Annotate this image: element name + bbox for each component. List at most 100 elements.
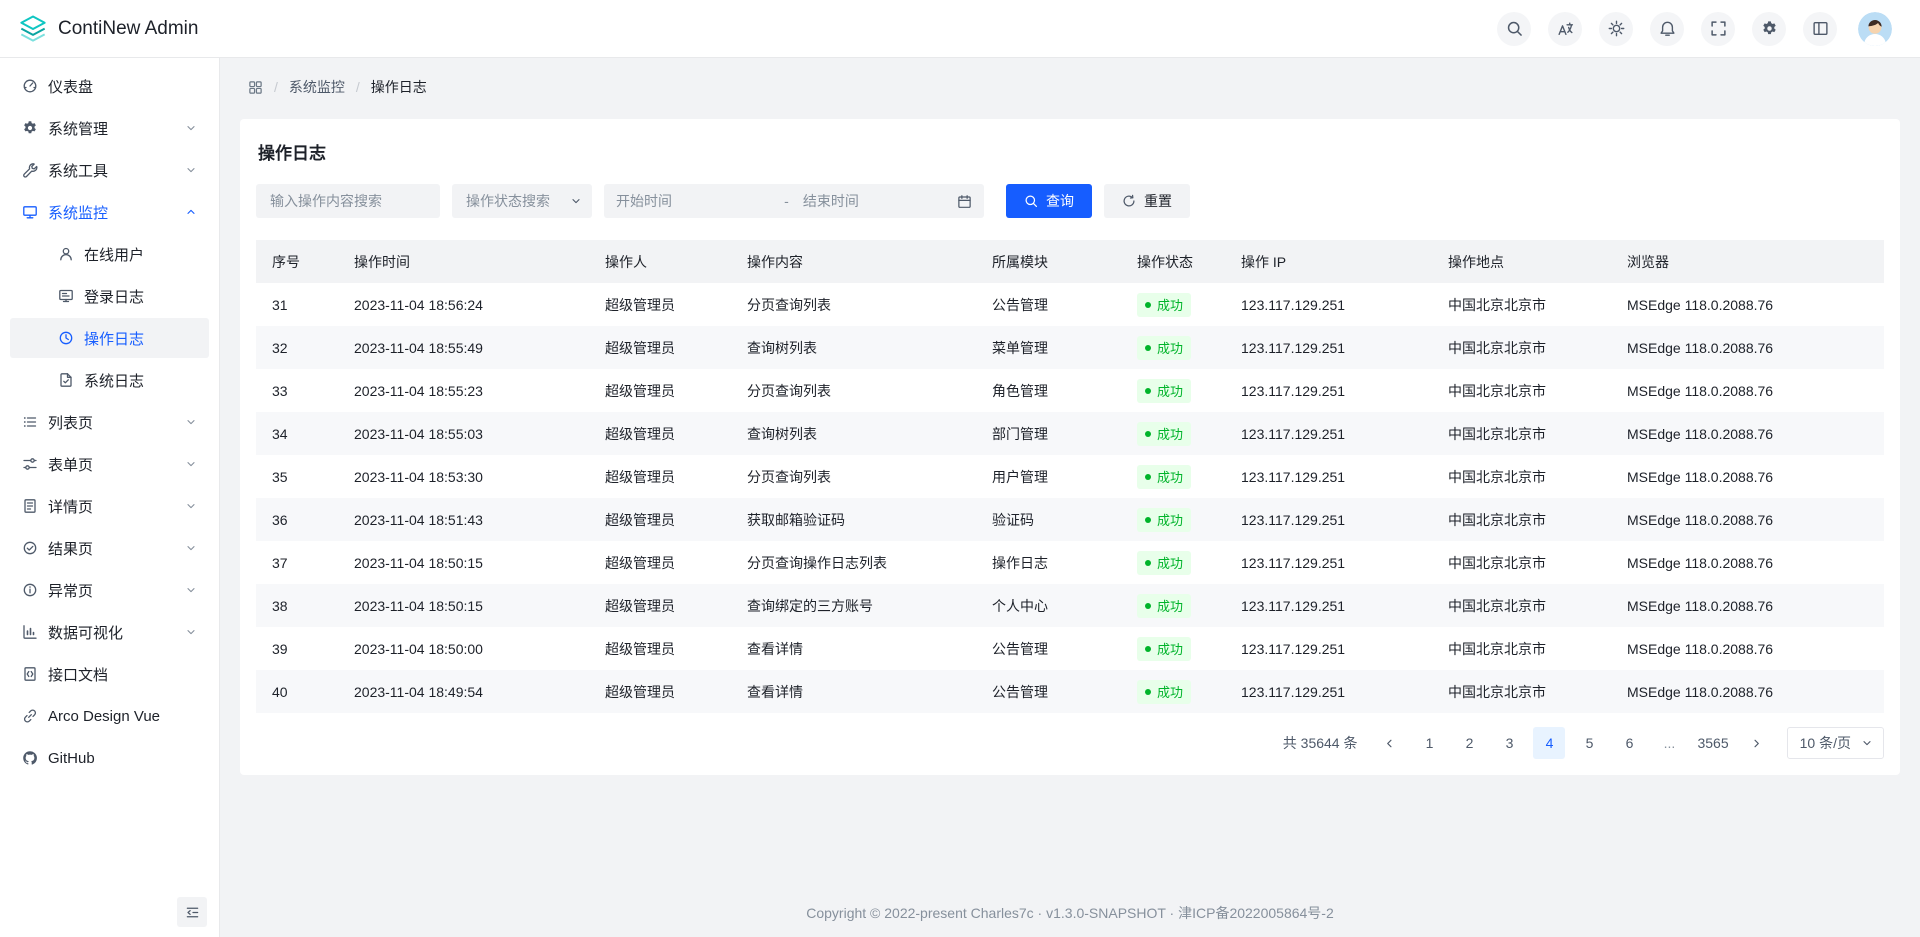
status-dot-icon — [1145, 560, 1151, 566]
sidebar-item-operation-log[interactable]: 操作日志 — [10, 318, 209, 358]
pagination: 共 35644 条 123456...3565 10 条/页 — [256, 727, 1884, 759]
sidebar-item-data-visualization[interactable]: 数据可视化 — [10, 612, 209, 652]
cell-location: 中国北京北京市 — [1432, 498, 1611, 541]
layout-icon — [1812, 20, 1829, 37]
pagination-page-6[interactable]: 6 — [1613, 727, 1645, 759]
cell-browser: MSEdge 118.0.2088.76 — [1611, 455, 1884, 498]
cell-no: 31 — [256, 283, 338, 326]
monitor-icon — [22, 204, 38, 220]
user-icon — [58, 246, 74, 262]
chevron-down-icon — [185, 584, 197, 596]
cell-content: 分页查询操作日志列表 — [731, 541, 976, 584]
sidebar-item-system-tools[interactable]: 系统工具 — [10, 150, 209, 190]
breadcrumb: / 系统监控 / 操作日志 — [240, 58, 1900, 119]
sidebar-item-form-pages[interactable]: 表单页 — [10, 444, 209, 484]
range-separator: - — [770, 193, 803, 209]
sidebar-item-detail-pages[interactable]: 详情页 — [10, 486, 209, 526]
cell-module: 菜单管理 — [976, 326, 1121, 369]
sidebar-item-list-pages[interactable]: 列表页 — [10, 402, 209, 442]
cell-content: 分页查询列表 — [731, 455, 976, 498]
cell-operator: 超级管理员 — [589, 670, 731, 713]
status-badge: 成功 — [1137, 551, 1191, 575]
search-button[interactable] — [1497, 12, 1531, 46]
check-circle-icon — [22, 540, 38, 556]
sidebar-collapse-button[interactable] — [177, 897, 207, 927]
sidebar-item-system-log[interactable]: 系统日志 — [10, 360, 209, 400]
cell-ip: 123.117.129.251 — [1225, 498, 1432, 541]
status-dot-icon — [1145, 517, 1151, 523]
query-button[interactable]: 查询 — [1006, 184, 1092, 218]
column-header-status: 操作状态 — [1121, 240, 1225, 283]
cell-ip: 123.117.129.251 — [1225, 455, 1432, 498]
user-avatar[interactable] — [1858, 12, 1892, 46]
api-doc-icon — [22, 666, 38, 682]
dashboard-icon — [22, 78, 38, 94]
calendar-icon — [957, 194, 972, 209]
breadcrumb-item-operation-log: 操作日志 — [371, 77, 427, 97]
cell-content: 分页查询列表 — [731, 283, 976, 326]
settings-button[interactable] — [1752, 12, 1786, 46]
reset-button-label: 重置 — [1144, 191, 1172, 211]
sidebar-menu: 仪表盘系统管理系统工具系统监控在线用户登录日志操作日志系统日志列表页表单页详情页… — [0, 58, 219, 937]
cell-status: 成功 — [1121, 369, 1225, 412]
pagination-next-button[interactable] — [1741, 727, 1773, 759]
gear-icon — [22, 120, 38, 136]
sidebar-item-dashboard[interactable]: 仪表盘 — [10, 66, 209, 106]
bell-icon — [1659, 20, 1676, 37]
pagination-prev-button[interactable] — [1373, 727, 1405, 759]
sidebar-item-label: 在线用户 — [84, 244, 144, 265]
pagination-page-3565[interactable]: 3565 — [1693, 727, 1732, 759]
reset-button[interactable]: 重置 — [1104, 184, 1190, 218]
cell-browser: MSEdge 118.0.2088.76 — [1611, 627, 1884, 670]
content-search-input[interactable] — [256, 184, 440, 218]
column-header-ip: 操作 IP — [1225, 240, 1432, 283]
cell-time: 2023-11-04 18:50:15 — [338, 584, 589, 627]
cell-location: 中国北京北京市 — [1432, 369, 1611, 412]
sidebar-item-online-users[interactable]: 在线用户 — [10, 234, 209, 274]
sidebar-item-github[interactable]: GitHub — [10, 738, 209, 778]
pagination-page-4[interactable]: 4 — [1533, 727, 1565, 759]
chevron-up-icon — [185, 206, 197, 218]
page-size-value: 10 条/页 — [1800, 733, 1851, 753]
cell-content: 查看详情 — [731, 670, 976, 713]
pagination-page-1[interactable]: 1 — [1413, 727, 1445, 759]
status-select[interactable]: 操作状态搜索 — [452, 184, 592, 218]
status-select-placeholder: 操作状态搜索 — [466, 191, 550, 211]
app-logo[interactable]: ContiNew Admin — [18, 14, 198, 44]
sidebar-item-system-management[interactable]: 系统管理 — [10, 108, 209, 148]
status-dot-icon — [1145, 474, 1151, 480]
sidebar-item-system-monitor[interactable]: 系统监控 — [10, 192, 209, 232]
page-size-select[interactable]: 10 条/页 — [1787, 727, 1884, 759]
translate-button[interactable] — [1548, 12, 1582, 46]
sidebar-item-result-pages[interactable]: 结果页 — [10, 528, 209, 568]
pagination-page-2[interactable]: 2 — [1453, 727, 1485, 759]
breadcrumb-item-system-monitor[interactable]: 系统监控 — [289, 77, 345, 97]
sidebar-item-arco-design-vue[interactable]: Arco Design Vue — [10, 696, 209, 736]
cell-no: 34 — [256, 412, 338, 455]
pagination-page-5[interactable]: 5 — [1573, 727, 1605, 759]
sidebar-item-label: 操作日志 — [84, 328, 144, 349]
cell-operator: 超级管理员 — [589, 498, 731, 541]
cell-no: 36 — [256, 498, 338, 541]
breadcrumb-separator: / — [274, 79, 278, 95]
cell-location: 中国北京北京市 — [1432, 584, 1611, 627]
notifications-button[interactable] — [1650, 12, 1684, 46]
theme-button[interactable] — [1599, 12, 1633, 46]
sidebar-item-login-log[interactable]: 登录日志 — [10, 276, 209, 316]
cell-browser: MSEdge 118.0.2088.76 — [1611, 326, 1884, 369]
sidebar-item-api-docs[interactable]: 接口文档 — [10, 654, 209, 694]
fullscreen-button[interactable] — [1701, 12, 1735, 46]
apps-icon[interactable] — [248, 80, 263, 95]
layout-button[interactable] — [1803, 12, 1837, 46]
date-range-picker[interactable]: 开始时间 - 结束时间 — [604, 184, 984, 218]
fullscreen-icon — [1710, 20, 1727, 37]
main-content: / 系统监控 / 操作日志 操作日志 操作状态搜索 开始时间 - 结束时间 — [220, 58, 1920, 937]
chevron-down-icon — [185, 122, 197, 134]
pagination-page-3[interactable]: 3 — [1493, 727, 1525, 759]
page-title: 操作日志 — [258, 139, 1882, 164]
copyright-text: Copyright © 2022-present Charles7c · v1.… — [806, 905, 1334, 921]
sidebar-item-exception-pages[interactable]: 异常页 — [10, 570, 209, 610]
cell-no: 40 — [256, 670, 338, 713]
cell-module: 公告管理 — [976, 627, 1121, 670]
chevron-down-icon — [185, 500, 197, 512]
